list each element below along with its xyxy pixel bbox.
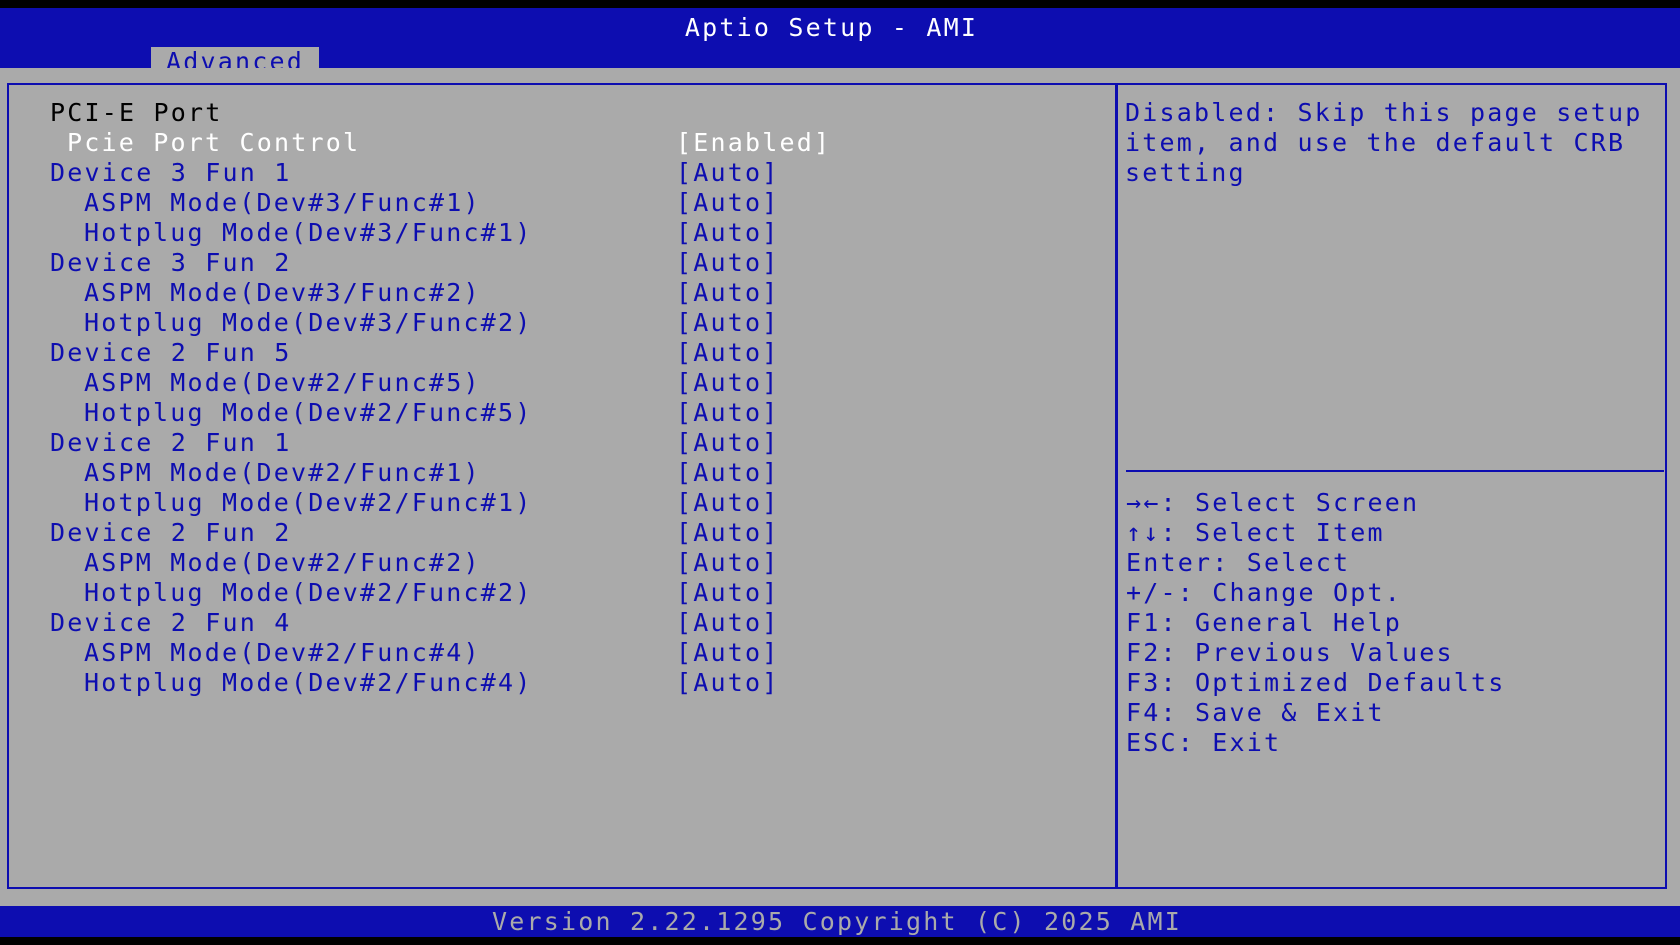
help-divider [1126,470,1664,472]
setting-value[interactable]: [Auto] [676,338,780,368]
setting-value[interactable]: [Auto] [676,488,780,518]
title-bar: Aptio Setup - AMI Advanced [0,8,1680,76]
setup-title: Aptio Setup - AMI [684,13,979,42]
key-hint: F3: Optimized Defaults [1126,668,1506,697]
setting-value[interactable]: [Auto] [676,368,780,398]
setting-label[interactable]: Hotplug Mode(Dev#3/Func#1) [84,218,533,248]
panel-divider [1115,83,1118,889]
setting-label[interactable]: Device 2 Fun 1 [50,428,292,458]
setting-value[interactable]: [Auto] [676,428,780,458]
setting-label[interactable]: Device 2 Fun 5 [50,338,292,368]
setting-label[interactable]: ASPM Mode(Dev#3/Func#1) [84,188,481,218]
setting-value[interactable]: [Auto] [676,578,780,608]
setting-label[interactable]: Device 2 Fun 4 [50,608,292,638]
setting-label[interactable]: ASPM Mode(Dev#2/Func#2) [84,548,481,578]
section-title: PCI-E Port [50,98,223,127]
version-text: Version 2.22.1295 Copyright (C) 2025 AMI [491,907,1183,936]
key-hint: F4: Save & Exit [1126,698,1385,727]
setting-value[interactable]: [Auto] [676,458,780,488]
setting-label[interactable]: Hotplug Mode(Dev#2/Func#5) [84,398,533,428]
key-hint: F1: General Help [1126,608,1403,637]
key-hint: F2: Previous Values [1126,638,1454,667]
key-hint: Enter: Select [1126,548,1351,577]
setting-label[interactable]: ASPM Mode(Dev#2/Func#5) [84,368,481,398]
setting-value[interactable]: [Auto] [676,548,780,578]
setting-label[interactable]: ASPM Mode(Dev#2/Func#4) [84,638,481,668]
setting-label[interactable]: Hotplug Mode(Dev#2/Func#4) [84,668,533,698]
setting-value[interactable]: [Auto] [676,248,780,278]
key-hint: ESC: Exit [1126,728,1282,757]
setting-value[interactable]: [Auto] [676,308,780,338]
setting-value[interactable]: [Auto] [676,188,780,218]
key-hint: →←: Select Screen [1126,488,1420,517]
setting-value[interactable]: [Auto] [676,158,780,188]
key-hint: ↑↓: Select Item [1126,518,1385,547]
main-area: PCI-E Port Pcie Port Control [Enabled] Dev… [0,68,1680,906]
setting-label[interactable]: Pcie Port Control [67,128,360,158]
setting-value[interactable]: [Auto] [676,518,780,548]
setting-label[interactable]: ASPM Mode(Dev#3/Func#2) [84,278,481,308]
setting-value[interactable]: [Auto] [676,218,780,248]
setting-value[interactable]: [Auto] [676,278,780,308]
key-hint: +/-: Change Opt. [1126,578,1403,607]
setting-label[interactable]: Hotplug Mode(Dev#2/Func#2) [84,578,533,608]
setting-value[interactable]: [Auto] [676,668,780,698]
setting-label[interactable]: Device 2 Fun 2 [50,518,292,548]
setting-label[interactable]: ASPM Mode(Dev#2/Func#1) [84,458,481,488]
help-description: Disabled: Skip this page setup item, and… [1125,98,1643,187]
setting-value[interactable]: [Auto] [676,398,780,428]
setting-label[interactable]: Hotplug Mode(Dev#2/Func#1) [84,488,533,518]
setting-label[interactable]: Device 3 Fun 2 [50,248,292,278]
setting-value[interactable]: [Auto] [676,638,780,668]
setting-label[interactable]: Hotplug Mode(Dev#3/Func#2) [84,308,533,338]
setting-value[interactable]: [Enabled] [676,128,831,158]
setting-value[interactable]: [Auto] [676,608,780,638]
setting-label[interactable]: Device 3 Fun 1 [50,158,292,188]
footer-bar: Version 2.22.1295 Copyright (C) 2025 AMI [0,906,1680,937]
